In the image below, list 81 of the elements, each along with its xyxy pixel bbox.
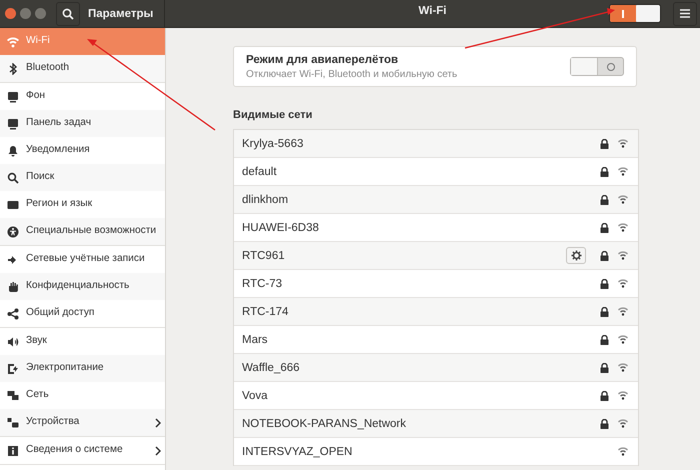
airplane-mode-title: Режим для авиаперелётов — [246, 54, 400, 66]
search-icon — [62, 8, 74, 20]
network-name: dlinkhom — [242, 194, 290, 206]
lock-icon — [600, 222, 609, 232]
wifi-signal-icon — [618, 335, 628, 344]
network-name: RTC961 — [242, 250, 286, 262]
lock-icon — [600, 306, 609, 316]
wifi-signal-icon — [618, 363, 628, 372]
network-name: HUAWEI-6D38 — [242, 222, 320, 234]
bell-icon — [7, 144, 19, 156]
wifi-signal-icon — [618, 279, 628, 288]
sidebar-item[interactable]: Панель задач — [0, 110, 165, 137]
settings-button[interactable] — [566, 247, 586, 264]
power-icon — [7, 362, 19, 374]
airplane-mode-description: Отключает Wi-Fi, Bluetooth и мобильную сеть — [246, 68, 458, 80]
info-icon — [7, 444, 19, 456]
sidebar-item[interactable]: Электропитание — [0, 355, 165, 382]
section-heading: Видимые сети — [233, 109, 314, 121]
lock-icon — [600, 390, 609, 400]
accessibility-icon — [7, 226, 19, 238]
sidebar-item[interactable]: Поиск — [0, 164, 165, 191]
wifi-switch[interactable] — [609, 4, 661, 23]
lock-icon — [600, 362, 609, 372]
network-name: Mars — [242, 334, 269, 346]
network-name: default — [242, 166, 278, 178]
wifi-signal-icon — [618, 223, 628, 232]
network-row[interactable]: RTC-174 — [234, 298, 638, 326]
lock-icon — [600, 194, 609, 204]
wifi-signal-icon — [618, 447, 628, 456]
hand-icon — [7, 280, 19, 292]
speaker-icon — [7, 336, 19, 348]
network-row[interactable]: Waffle_666 — [234, 354, 638, 382]
monitor-icon — [7, 90, 19, 102]
network-name: RTC-174 — [242, 306, 290, 318]
network-name: Waffle_666 — [242, 362, 301, 374]
chevron-icon — [155, 418, 161, 428]
wifi-signal-icon — [618, 251, 628, 260]
network-row[interactable]: dlinkhom — [234, 186, 638, 214]
network-name: Vova — [242, 390, 269, 402]
wifi-icon — [7, 36, 19, 48]
search-icon — [7, 172, 19, 184]
page-title: Wi-Fi — [418, 5, 446, 17]
lock-icon — [600, 166, 609, 176]
network-name: Krylya-5663 — [242, 138, 304, 150]
devices-icon — [7, 416, 19, 428]
bluetooth-icon — [7, 62, 19, 74]
lock-icon — [600, 250, 609, 260]
wifi-signal-icon — [618, 391, 628, 400]
network-name: NOTEBOOK-PARANS_Network — [242, 418, 408, 430]
chevron-icon — [155, 446, 161, 456]
close-button[interactable] — [5, 8, 16, 19]
wifi-signal-icon — [618, 139, 628, 148]
lock-icon — [600, 278, 609, 288]
lock-icon — [600, 334, 609, 344]
sidebar-item[interactable]: Конфиденциальность — [0, 273, 165, 300]
airplane-mode-switch[interactable] — [570, 57, 624, 76]
network-row[interactable]: Krylya-5663 — [234, 130, 638, 158]
gear-icon — [570, 250, 582, 261]
minimize-button[interactable] — [20, 8, 31, 19]
app-title: Параметры — [88, 8, 154, 20]
lock-icon — [600, 418, 609, 428]
search-button[interactable] — [56, 2, 80, 26]
menu-button[interactable] — [673, 2, 697, 26]
network-name: INTERSVYAZ_OPEN — [242, 446, 354, 458]
sidebar-item[interactable]: Bluetooth — [0, 55, 165, 82]
wifi-signal-icon — [618, 307, 628, 316]
wifi-signal-icon — [618, 167, 628, 176]
wifi-signal-icon — [618, 419, 628, 428]
maximize-button[interactable] — [35, 8, 46, 19]
share-icon — [7, 308, 19, 320]
sidebar-item[interactable]: Специальные возможности — [0, 218, 165, 245]
network-row[interactable]: RTC961 — [234, 242, 638, 270]
lock-icon — [600, 138, 609, 148]
menu-icon — [680, 9, 690, 18]
monitor-icon — [7, 118, 19, 130]
sidebar-item[interactable]: Устройства — [0, 409, 165, 436]
network-name: RTC-73 — [242, 278, 284, 290]
network-row[interactable]: INTERSVYAZ_OPEN — [234, 438, 638, 466]
network-row[interactable]: NOTEBOOK-PARANS_Network — [234, 410, 638, 438]
wifi-signal-icon — [618, 195, 628, 204]
network-icon — [7, 390, 19, 402]
